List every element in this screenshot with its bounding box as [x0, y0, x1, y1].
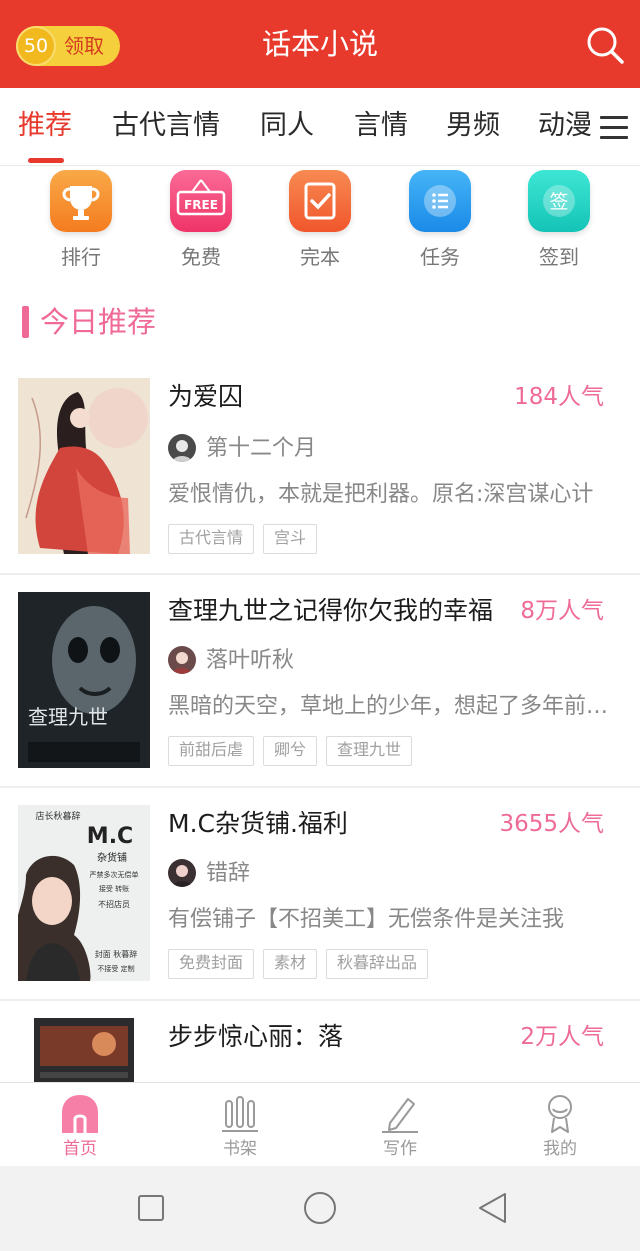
- cover-title-text: 查理九世: [28, 705, 108, 729]
- book-tag[interactable]: 卿兮: [263, 736, 318, 766]
- divider: [0, 573, 640, 575]
- divider: [0, 786, 640, 788]
- book-tag[interactable]: 查理九世: [326, 736, 413, 766]
- book-tag[interactable]: 宫斗: [263, 524, 318, 554]
- cover-line: M.C: [87, 824, 133, 849]
- nav-label-bookshelf: 书架: [223, 1139, 257, 1159]
- cover-line: 不招店员: [98, 899, 130, 909]
- bookshelf-icon: [218, 1091, 262, 1135]
- quick-label-ranking: 排行: [61, 245, 101, 269]
- trophy-icon: [50, 170, 112, 232]
- book-title[interactable]: 为爱囚: [168, 380, 508, 414]
- active-tab-indicator: [28, 158, 64, 163]
- author-avatar[interactable]: [168, 646, 196, 674]
- book-cover[interactable]: [34, 1018, 134, 1082]
- book-tags: 古代言情 宫斗: [168, 524, 318, 554]
- book-title[interactable]: 步步惊心丽：落: [168, 1020, 508, 1054]
- bottom-navigation: 首页 书架 写作 我的: [0, 1082, 640, 1166]
- book-tag[interactable]: 素材: [263, 949, 318, 979]
- free-sign-icon: FREE: [170, 170, 232, 232]
- nav-label-write: 写作: [383, 1139, 417, 1159]
- tab-anime[interactable]: 动漫: [538, 108, 592, 144]
- book-cover[interactable]: 店长秋暮辞 M.C 杂货铺 严禁多次无偿单 接受 转账 不招店员 封面 秋暮辞 …: [18, 805, 150, 981]
- section-accent-bar: [22, 306, 29, 338]
- nav-bookshelf[interactable]: 书架: [200, 1091, 280, 1161]
- tab-fan-fiction[interactable]: 同人: [260, 108, 314, 144]
- profile-icon: [538, 1091, 582, 1135]
- search-button[interactable]: [584, 24, 626, 66]
- pen-icon: [378, 1091, 422, 1135]
- book-title[interactable]: M.C杂货铺.福利: [168, 807, 508, 841]
- home-icon: [58, 1091, 102, 1135]
- sign-in-icon-text: 签: [549, 191, 568, 213]
- completed-check-icon: [289, 170, 351, 232]
- nav-write[interactable]: 写作: [360, 1091, 440, 1161]
- section-title: 今日推荐: [40, 305, 157, 339]
- cover-line: 接受 转账: [99, 884, 129, 893]
- book-cover[interactable]: 查理九世: [18, 592, 150, 768]
- back-button[interactable]: [479, 1193, 506, 1223]
- app-title: 话本小说: [261, 27, 378, 61]
- quick-tasks[interactable]: 任务: [400, 170, 480, 270]
- book-tag[interactable]: 秋暮辞出品: [326, 949, 429, 979]
- free-sign-text: FREE: [184, 198, 218, 212]
- nav-label-home: 首页: [63, 1139, 97, 1159]
- quick-ranking[interactable]: 排行: [41, 170, 121, 270]
- category-tabs: 推荐 古代言情 同人 言情 男频 动漫: [0, 88, 640, 166]
- book-title[interactable]: 查理九世之记得你欠我的幸福: [168, 594, 508, 628]
- nav-profile[interactable]: 我的: [520, 1091, 600, 1161]
- cover-line: 不接受 定制: [97, 964, 134, 973]
- cover-line: 店长秋暮辞: [35, 810, 80, 822]
- search-icon: [587, 27, 624, 64]
- quick-sign-in[interactable]: 签 签到: [519, 170, 599, 270]
- cover-line: 封面 秋暮辞: [95, 949, 138, 959]
- book-popularity: 2万人气: [520, 1024, 604, 1050]
- tab-male-channel[interactable]: 男频: [446, 108, 500, 144]
- book-description: 爱恨情仇，本就是把利器。原名:深宫谋心计: [168, 482, 594, 507]
- book-description: 有偿铺子【不招美工】无偿条件是关注我: [168, 907, 565, 932]
- category-menu-button[interactable]: [596, 112, 632, 144]
- tab-ancient-romance[interactable]: 古代言情: [112, 108, 220, 144]
- nav-label-profile: 我的: [543, 1139, 577, 1159]
- book-tags: 免费封面 素材 秋暮辞出品: [168, 949, 429, 979]
- home-button[interactable]: [304, 1192, 336, 1224]
- menu-icon: [600, 116, 628, 119]
- author-name[interactable]: 第十二个月: [206, 434, 316, 464]
- app-header: 50 领取 话本小说: [0, 0, 640, 88]
- author-avatar[interactable]: [168, 859, 196, 887]
- nav-home[interactable]: 首页: [40, 1091, 120, 1161]
- book-cover[interactable]: [18, 378, 150, 554]
- author-avatar[interactable]: [168, 434, 196, 462]
- book-description: 黑暗的天空，草地上的少年，想起了多年前的约定: [168, 694, 616, 719]
- tab-recommended[interactable]: 推荐: [18, 108, 72, 144]
- sign-in-icon: 签: [528, 170, 590, 232]
- divider: [0, 999, 640, 1001]
- cover-line: 杂货铺: [97, 851, 127, 864]
- quick-completed[interactable]: 完本: [280, 170, 360, 270]
- quick-free[interactable]: FREE 免费: [161, 170, 241, 270]
- book-popularity: 8万人气: [520, 598, 604, 624]
- quick-label-tasks: 任务: [420, 245, 460, 269]
- book-tag[interactable]: 前甜后虐: [168, 736, 255, 766]
- book-popularity: 184人气: [514, 384, 604, 410]
- task-list-icon: [409, 170, 471, 232]
- quick-label-completed: 完本: [300, 245, 340, 269]
- author-name[interactable]: 错辞: [206, 859, 250, 889]
- book-popularity: 3655人气: [499, 811, 604, 837]
- tab-romance[interactable]: 言情: [354, 108, 408, 144]
- quick-label-sign-in: 签到: [539, 245, 579, 269]
- recent-apps-button[interactable]: [138, 1195, 164, 1221]
- cover-line: 严禁多次无偿单: [90, 870, 139, 879]
- system-navigation-bar: [0, 1166, 640, 1251]
- book-tag[interactable]: 古代言情: [168, 524, 255, 554]
- book-tag[interactable]: 免费封面: [168, 949, 255, 979]
- quick-label-free: 免费: [181, 245, 221, 269]
- author-name[interactable]: 落叶听秋: [206, 646, 294, 676]
- book-tags: 前甜后虐 卿兮 查理九世: [168, 736, 413, 766]
